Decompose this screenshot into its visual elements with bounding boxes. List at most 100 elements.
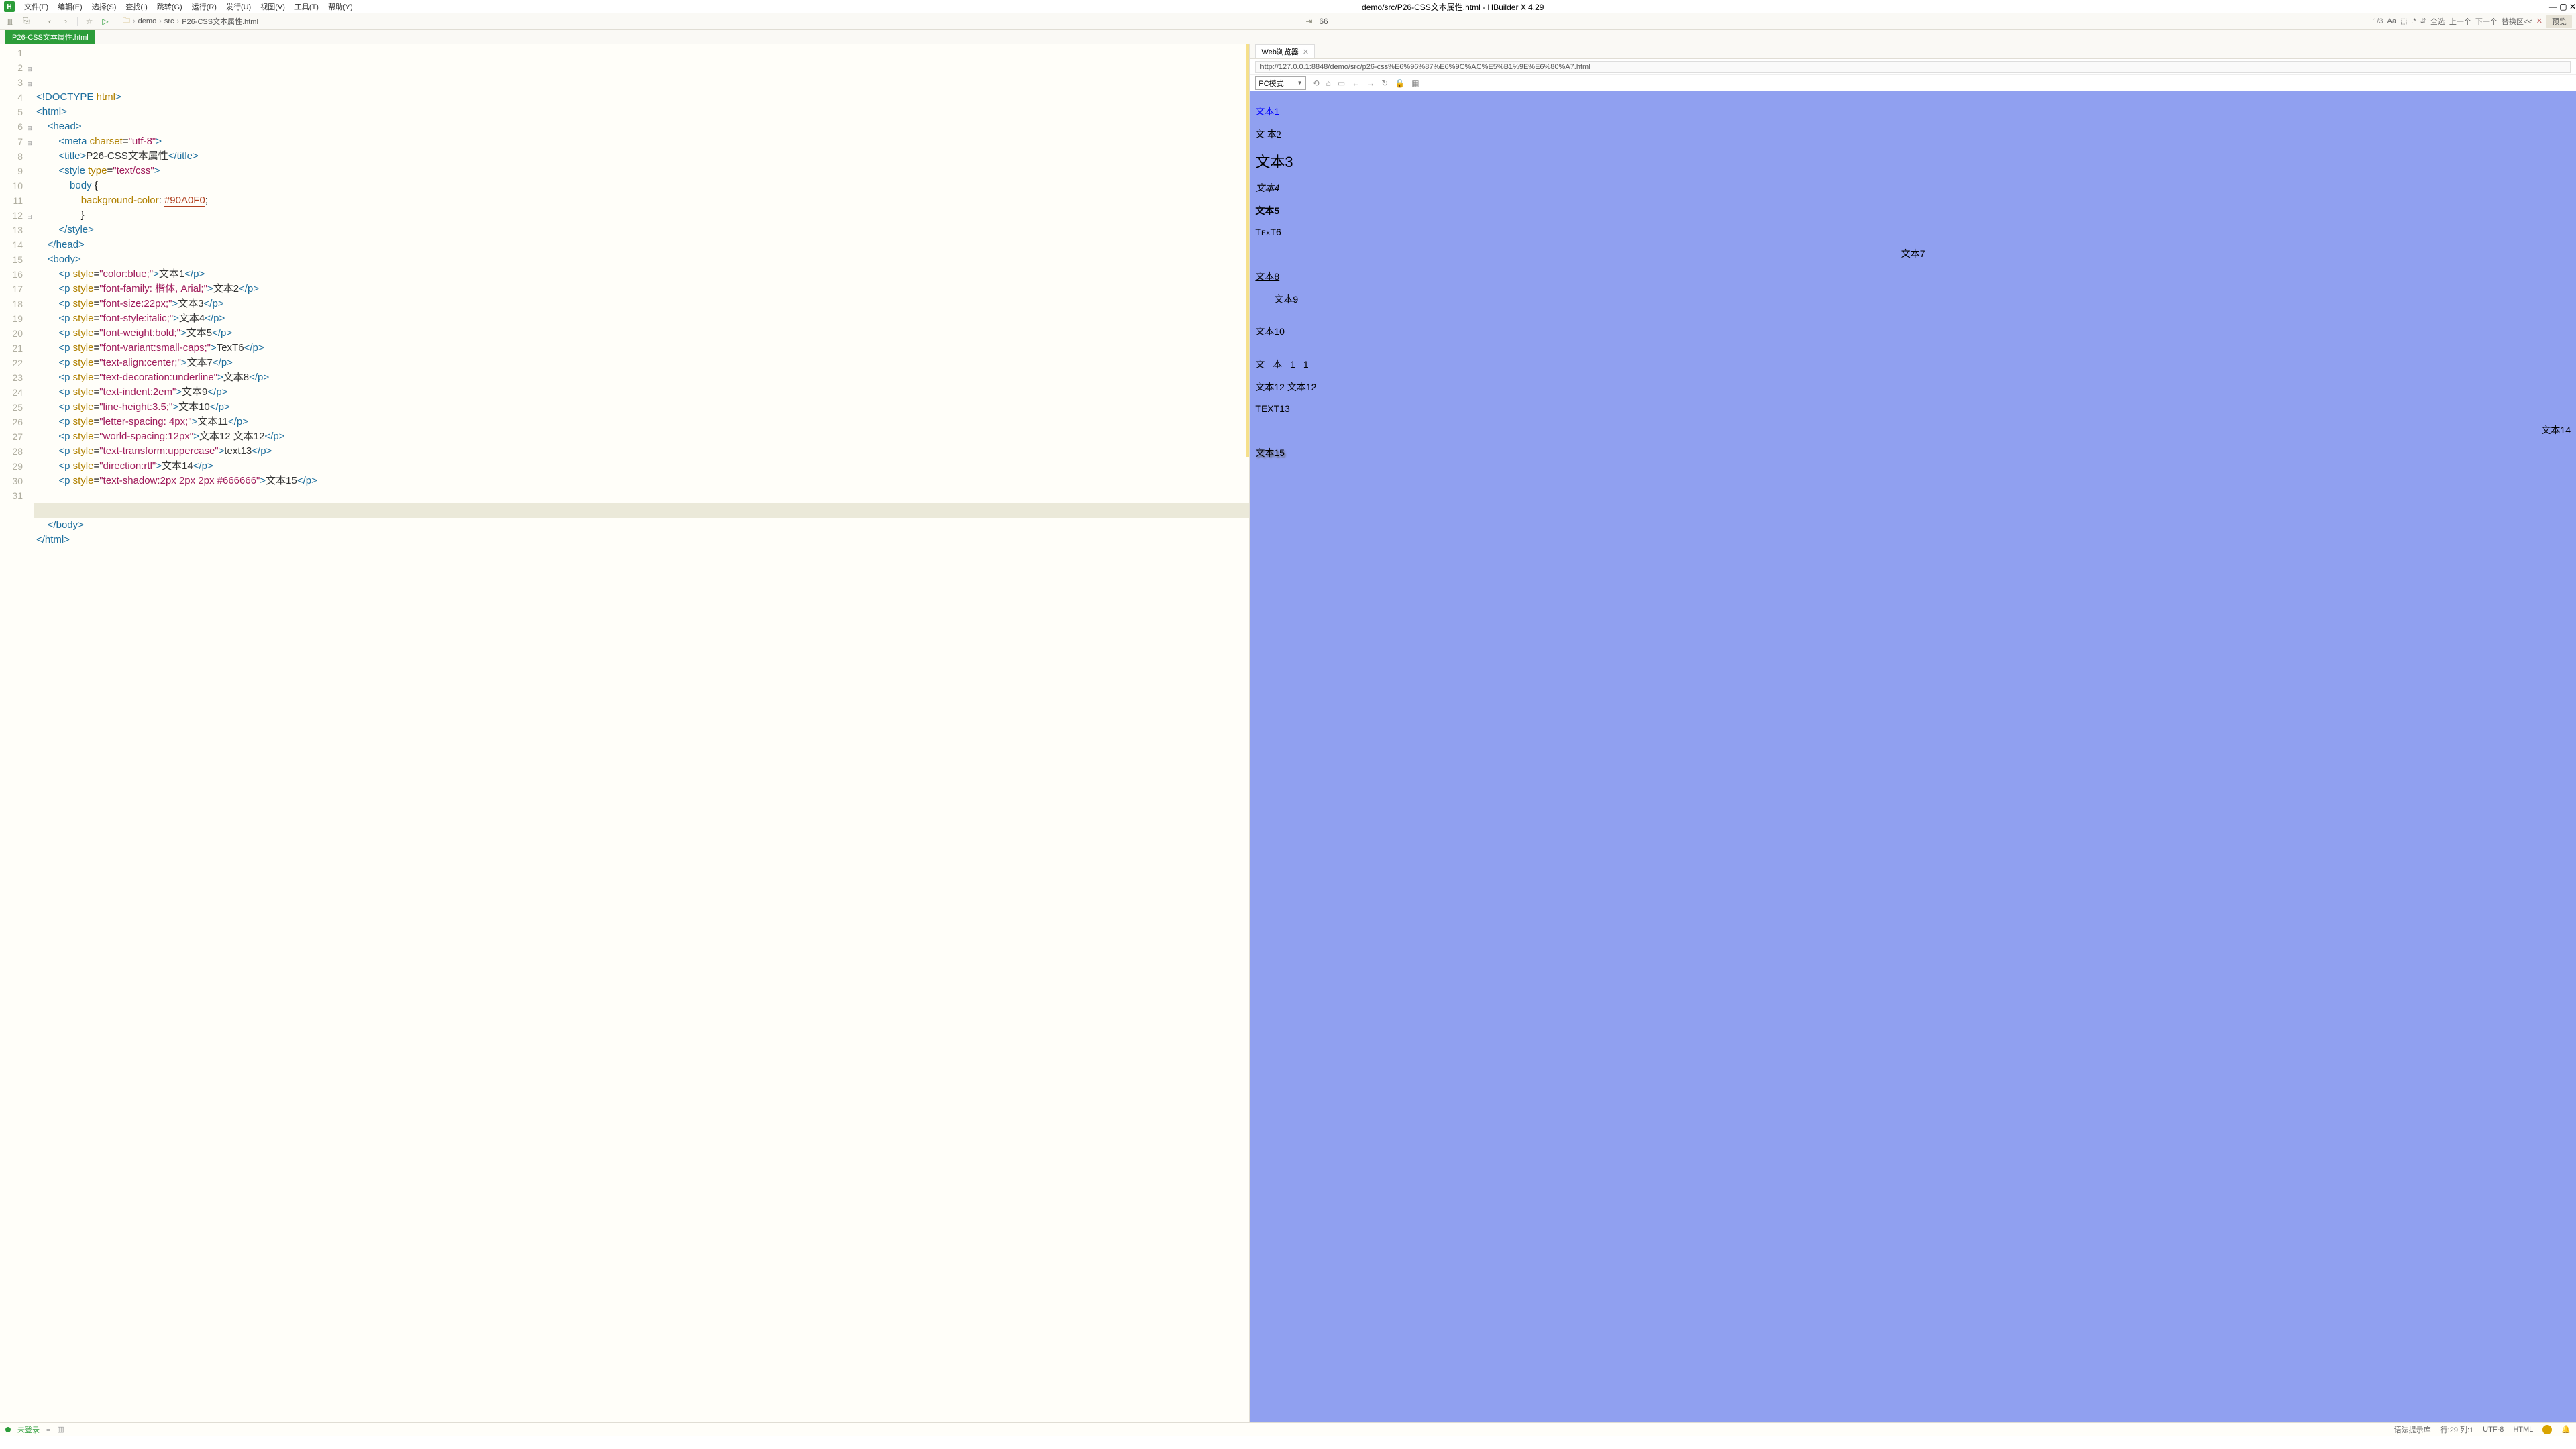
menu-find[interactable]: 查找(I) — [121, 0, 151, 13]
toolbar: ▥ ⎘ ‹ › ☆ ▷ 🗀 › demo › src › P26-CSS文本属性… — [0, 13, 2576, 30]
preview-pane: Web浏览器 ✕ PC模式 ▼ ⟲ ⌂ ▭ ← → ↻ 🔒 ▦ 文本1 文 本2… — [1249, 44, 2576, 1422]
devices-icon[interactable]: ▭ — [1338, 78, 1345, 88]
rendered-page: 文本1 文 本2 文本3 文本4 文本5 TᴇxT6 文本7 文本8 文本9 文… — [1250, 91, 2576, 1422]
breadcrumb-item[interactable]: src — [164, 17, 174, 25]
goto-line-icon[interactable]: ⇥ — [1303, 15, 1315, 28]
reload-icon[interactable]: ↻ — [1381, 78, 1388, 88]
forward-icon[interactable]: → — [1366, 78, 1375, 88]
back-icon[interactable]: ← — [1352, 78, 1360, 88]
list-icon[interactable]: ≡ — [46, 1426, 50, 1434]
cursor-position: 行:29 列:1 — [2440, 1424, 2474, 1435]
render-p1: 文本1 — [1255, 105, 2571, 118]
sidebar-toggle-icon[interactable]: ▥ — [4, 15, 16, 28]
window-title: demo/src/P26-CSS文本属性.html - HBuilder X 4… — [1362, 3, 1544, 12]
close-icon[interactable]: ✕ — [2569, 2, 2576, 11]
chevron-down-icon: ▼ — [1297, 80, 1303, 86]
url-input[interactable] — [1255, 61, 2571, 73]
sort-icon[interactable]: ⇵ — [2420, 17, 2426, 25]
minimize-icon[interactable]: — — [2549, 2, 2557, 11]
qrcode-icon[interactable]: ▦ — [1411, 78, 1419, 88]
render-p11: 文 本 1 1 — [1255, 358, 2571, 371]
star-icon[interactable]: ☆ — [83, 15, 95, 28]
render-p10: 文本10 — [1255, 315, 2571, 348]
nav-forward-icon[interactable]: › — [60, 15, 72, 28]
render-p12: 文本12 文本12 — [1255, 380, 2571, 394]
new-file-icon[interactable]: ⎘ — [20, 15, 32, 28]
grammar-library[interactable]: 语法提示库 — [2394, 1424, 2431, 1435]
editor[interactable]: 1234567891011121314151617181920212223242… — [0, 44, 1249, 1422]
separator — [77, 17, 78, 26]
menu-help[interactable]: 帮助(Y) — [324, 0, 357, 13]
menu-publish[interactable]: 发行(U) — [222, 0, 255, 13]
replace-area-button[interactable]: 替换区<< — [2502, 16, 2532, 27]
nav-back-icon[interactable]: ‹ — [44, 15, 56, 28]
editor-tabs: P26-CSS文本属性.html — [0, 30, 2576, 44]
menu-file[interactable]: 文件(F) — [20, 0, 52, 13]
whole-word-toggle[interactable]: ⬚ — [2400, 17, 2407, 25]
mode-select-label: PC模式 — [1258, 78, 1283, 89]
preview-tab[interactable]: Web浏览器 ✕ — [1255, 44, 1315, 58]
toolbar-right: 1/3 Aa ⬚ .* ⇵ 全选 上一个 下一个 替换区<< ✕ 预览 — [2373, 15, 2572, 28]
render-p2: 文 本2 — [1255, 127, 2571, 141]
warning-icon[interactable] — [2542, 1425, 2552, 1434]
run-icon[interactable]: ▷ — [99, 15, 111, 28]
breadcrumb-item[interactable]: demo — [138, 17, 157, 25]
case-toggle[interactable]: Aa — [2387, 17, 2396, 25]
menu-view[interactable]: 视图(V) — [256, 0, 289, 13]
statusbar: 未登录 ≡ ▥ 语法提示库 行:29 列:1 UTF-8 HTML 🔔 — [0, 1422, 2576, 1436]
refresh-icon[interactable]: ⟲ — [1313, 78, 1320, 88]
line-indicator: 66 — [1319, 17, 1328, 26]
maximize-icon[interactable]: ▢ — [2559, 2, 2567, 11]
chevron-right-icon: › — [133, 17, 136, 25]
preview-toolbar: PC模式 ▼ ⟲ ⌂ ▭ ← → ↻ 🔒 ▦ — [1250, 75, 2576, 91]
close-icon[interactable]: ✕ — [1303, 48, 1309, 56]
url-bar — [1250, 59, 2576, 75]
line-numbers: 1234567891011121314151617181920212223242… — [0, 44, 25, 1422]
render-p14: 文本14 — [1255, 423, 2571, 437]
bell-icon[interactable]: 🔔 — [2561, 1425, 2571, 1434]
mode-select[interactable]: PC模式 ▼ — [1255, 76, 1305, 90]
menu-goto[interactable]: 跳转(G) — [153, 0, 186, 13]
app-logo: H — [4, 1, 15, 12]
terminal-icon[interactable]: ▥ — [57, 1425, 64, 1434]
menubar: H 文件(F) 编辑(E) 选择(S) 查找(I) 跳转(G) 运行(R) 发行… — [0, 0, 2576, 13]
main: 1234567891011121314151617181920212223242… — [0, 44, 2576, 1422]
prev-button[interactable]: 上一个 — [2449, 16, 2471, 27]
chevron-right-icon: › — [159, 17, 162, 25]
chevron-right-icon: › — [177, 17, 180, 25]
menu-tools[interactable]: 工具(T) — [290, 0, 323, 13]
close-search-icon[interactable]: ✕ — [2536, 17, 2542, 25]
lock-icon[interactable]: 🔒 — [1395, 78, 1405, 88]
preview-tab-label: Web浏览器 — [1261, 46, 1298, 57]
login-status-icon — [5, 1427, 11, 1432]
tab-active[interactable]: P26-CSS文本属性.html — [5, 30, 95, 44]
breadcrumb-item[interactable]: P26-CSS文本属性.html — [182, 16, 258, 27]
language-mode[interactable]: HTML — [2513, 1426, 2533, 1434]
render-p9: 文本9 — [1255, 292, 2571, 306]
render-p8: 文本8 — [1255, 270, 2571, 283]
render-p3: 文本3 — [1255, 150, 2571, 172]
code-area[interactable]: <!DOCTYPE html><html> <head> <meta chars… — [34, 44, 1249, 1422]
preview-button[interactable]: 预览 — [2546, 15, 2572, 28]
home-icon[interactable]: ⌂ — [1326, 78, 1331, 88]
menu-edit[interactable]: 编辑(E) — [54, 0, 87, 13]
next-button[interactable]: 下一个 — [2475, 16, 2498, 27]
breadcrumb: 🗀 › demo › src › P26-CSS文本属性.html — [123, 15, 258, 28]
menu-select[interactable]: 选择(S) — [88, 0, 121, 13]
preview-tabs: Web浏览器 ✕ — [1250, 44, 2576, 59]
menu-run[interactable]: 运行(R) — [188, 0, 221, 13]
render-p7: 文本7 — [1255, 247, 2571, 260]
regex-toggle[interactable]: .* — [2411, 17, 2416, 25]
folder-icon: 🗀 — [123, 15, 130, 28]
render-p4: 文本4 — [1255, 181, 2571, 195]
render-p15: 文本15 — [1255, 446, 2571, 460]
render-p6: TᴇxT6 — [1255, 227, 2571, 237]
change-indicator — [1246, 44, 1249, 457]
encoding[interactable]: UTF-8 — [2483, 1426, 2504, 1434]
render-p5: 文本5 — [1255, 204, 2571, 217]
login-status[interactable]: 未登录 — [17, 1424, 40, 1435]
fold-column: ⊟⊟⊟⊟⊟ — [25, 44, 34, 1422]
select-all-button[interactable]: 全选 — [2430, 16, 2445, 27]
render-p13: TEXT13 — [1255, 403, 2571, 414]
window-controls: — ▢ ✕ — [2549, 2, 2576, 11]
